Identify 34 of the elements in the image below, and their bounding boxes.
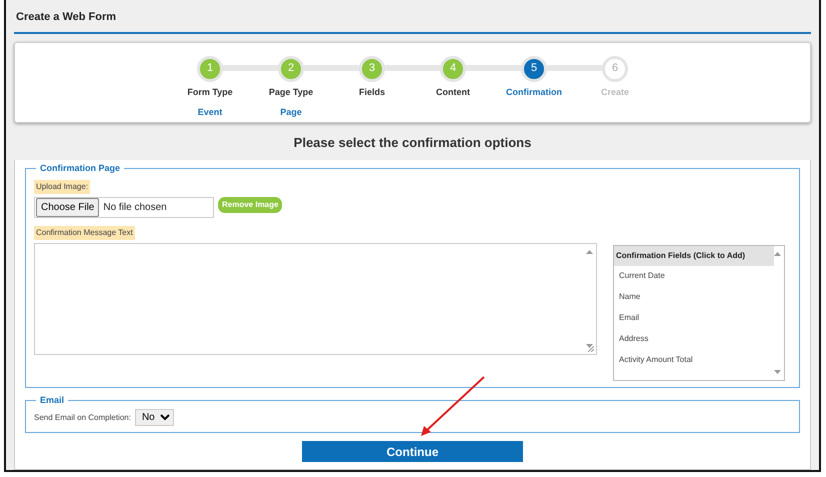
step-value: Event — [198, 106, 222, 119]
step-label: Form Type — [187, 86, 233, 99]
list-item[interactable]: Activity Amount Total — [614, 350, 784, 371]
list-item[interactable]: Address — [614, 329, 784, 350]
field-label: Confirmation Message Text — [34, 226, 135, 240]
message-textarea[interactable] — [34, 243, 597, 355]
list-item[interactable]: Current Date — [614, 266, 784, 287]
continue-button[interactable]: Continue — [302, 441, 523, 462]
step-value: Page — [280, 106, 302, 119]
scroll-up-icon[interactable] — [586, 250, 593, 254]
step-label: Create — [600, 86, 629, 98]
step-label: Page Type — [268, 86, 314, 99]
step-label: Content — [436, 86, 470, 98]
step-label: Confirmation — [506, 86, 562, 98]
file-input[interactable]: Choose File No file chosen — [34, 197, 214, 218]
step-label: Fields — [358, 86, 385, 98]
scroll-down-icon[interactable] — [586, 344, 593, 348]
list-item[interactable]: Name — [614, 287, 784, 308]
list-item[interactable]: Email — [614, 308, 784, 329]
choose-file-button[interactable]: Choose File — [36, 198, 100, 217]
send-email-select[interactable]: No — [134, 409, 174, 426]
scroll-up-icon[interactable] — [774, 252, 781, 256]
scroll-down-icon[interactable] — [774, 370, 781, 374]
window-title: Create a Web Form — [14, 0, 811, 34]
field-label: Send Email on Completion: — [34, 412, 131, 424]
step-circle[interactable]: 5 — [521, 56, 547, 82]
pointer-arrow — [420, 376, 486, 438]
list-header: Confirmation Fields (Click to Add) — [614, 246, 774, 266]
fieldset-legend: Confirmation Page — [36, 164, 124, 173]
fieldset-legend: Email — [36, 396, 68, 405]
page-heading: Please select the confirmation options — [292, 134, 532, 152]
field-label: Upload Image: — [34, 180, 90, 194]
resize-grip-icon[interactable] — [588, 346, 594, 352]
file-status: No file chosen — [103, 201, 167, 215]
